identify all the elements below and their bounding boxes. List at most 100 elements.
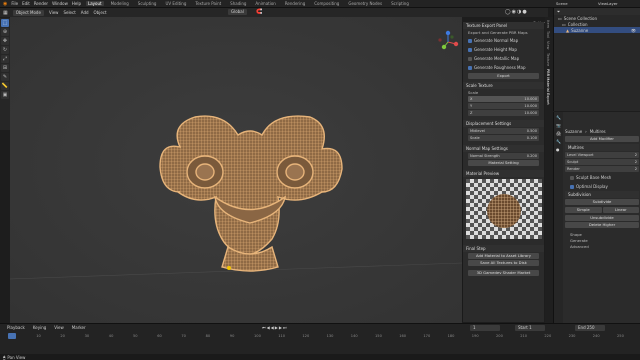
frame-label: 80 bbox=[205, 334, 211, 338]
tool-props-icon[interactable]: 🔧 bbox=[556, 115, 561, 120]
eye-icon[interactable]: 👁 bbox=[631, 28, 636, 33]
menu-view[interactable]: View bbox=[49, 10, 59, 15]
scale-y-field[interactable]: Y 10.000 bbox=[468, 103, 539, 109]
menu-select[interactable]: Select bbox=[63, 10, 75, 15]
tab-view[interactable]: View bbox=[546, 41, 550, 50]
select-box-tool-icon[interactable]: ⬚ bbox=[1, 19, 9, 27]
disp-scale-field[interactable]: Scale 0.100 bbox=[468, 135, 539, 141]
panel-title[interactable]: Texture Export Panel bbox=[463, 22, 544, 29]
frame-label: 30 bbox=[84, 334, 90, 338]
measure-tool-icon[interactable]: 📏 bbox=[1, 82, 9, 90]
checkbox-height-map[interactable]: Generate Height Map bbox=[463, 45, 544, 54]
subdivision-header[interactable]: Subdivision bbox=[565, 191, 639, 198]
playhead[interactable] bbox=[8, 333, 16, 339]
snap-icon[interactable]: 🧲 bbox=[256, 9, 262, 15]
tab-item[interactable]: Item bbox=[546, 20, 550, 28]
optimal-display-checkbox[interactable]: Optimal Display bbox=[565, 182, 639, 191]
material-setting-button[interactable]: Material Setting bbox=[468, 160, 539, 166]
tab-texture[interactable]: Texture bbox=[546, 53, 550, 66]
scale-texture-header[interactable]: Scale Texture bbox=[463, 82, 544, 89]
tab-scripting[interactable]: Scripting bbox=[389, 1, 411, 6]
linear-button[interactable]: Linear bbox=[602, 207, 639, 213]
level-viewport-field[interactable]: Level Viewport 2 bbox=[565, 152, 639, 158]
render-props-icon[interactable]: 📷 bbox=[556, 123, 561, 128]
frame-label: 20 bbox=[60, 334, 65, 338]
scene-selector[interactable]: Scene bbox=[556, 1, 568, 6]
add-modifier-button[interactable]: Add Modifier bbox=[565, 136, 639, 142]
output-props-icon[interactable]: 🖨 bbox=[556, 131, 561, 136]
add-cube-tool-icon[interactable]: ▣ bbox=[1, 91, 9, 99]
checkbox-icon[interactable] bbox=[468, 56, 472, 61]
save-textures-button[interactable]: Save All Textures to Disk bbox=[468, 260, 539, 266]
menu-render[interactable]: Render bbox=[34, 1, 48, 6]
normal-map-header[interactable]: Normal Map Settings bbox=[463, 145, 544, 152]
view-layer-selector[interactable]: ViewLayer bbox=[598, 1, 618, 6]
multires-header[interactable]: Multires bbox=[565, 144, 639, 151]
tab-sculpting[interactable]: Sculpting bbox=[136, 1, 159, 6]
checkbox-normal-map[interactable]: Generate Normal Map bbox=[463, 36, 544, 45]
annotate-tool-icon[interactable]: ✎ bbox=[1, 73, 9, 81]
add-to-asset-library-button[interactable]: Add Material to Asset Library bbox=[468, 253, 539, 259]
midlevel-field[interactable]: Midlevel 0.500 bbox=[468, 128, 539, 134]
tab-rendering[interactable]: Rendering bbox=[283, 1, 307, 6]
shader-market-button[interactable]: 3D Gamedev Shader Market bbox=[468, 270, 539, 276]
export-button[interactable]: Export bbox=[468, 73, 539, 79]
navigation-gizmo[interactable] bbox=[436, 30, 460, 54]
render-level-field[interactable]: Render 2 bbox=[565, 166, 639, 172]
checkbox-icon[interactable] bbox=[468, 65, 472, 70]
rotate-tool-icon[interactable]: ↻ bbox=[1, 46, 9, 54]
checkbox-icon[interactable] bbox=[468, 38, 472, 43]
sculpt-level-field[interactable]: Sculpt 2 bbox=[565, 159, 639, 165]
shading-modes-icon[interactable]: ◯◉◑● bbox=[505, 9, 528, 15]
filter-icon[interactable]: ⏷ bbox=[557, 9, 560, 14]
advanced-section[interactable]: Advanced bbox=[565, 244, 639, 250]
status-text: Pan View bbox=[7, 354, 26, 360]
tab-geometry-nodes[interactable]: Geometry Nodes bbox=[346, 1, 384, 6]
scale-z-field[interactable]: Z 10.000 bbox=[468, 110, 539, 116]
unsubdivide-button[interactable]: Unsubdivide bbox=[565, 215, 639, 221]
tab-modeling[interactable]: Modeling bbox=[109, 1, 131, 6]
normal-strength-field[interactable]: Normal Strength 0.200 bbox=[468, 153, 539, 159]
checkbox-metallic-map[interactable]: Generate Metallic Map bbox=[463, 54, 544, 63]
frame-ruler[interactable]: 1102030405060708090100110120130140150160… bbox=[0, 324, 640, 354]
menu-window[interactable]: Window bbox=[52, 1, 68, 6]
menu-file[interactable]: File bbox=[11, 1, 18, 6]
material-props-icon[interactable]: ● bbox=[556, 147, 561, 152]
blender-logo-icon[interactable]: ◉ bbox=[3, 1, 7, 7]
tab-animation[interactable]: Animation bbox=[253, 1, 277, 6]
3d-viewport[interactable] bbox=[9, 17, 463, 323]
menu-object[interactable]: Object bbox=[94, 10, 107, 15]
menu-add[interactable]: Add bbox=[81, 10, 89, 15]
cursor-tool-icon[interactable]: ⊕ bbox=[1, 28, 9, 36]
tab-tool[interactable]: Tool bbox=[546, 31, 550, 38]
tab-shading[interactable]: Shading bbox=[228, 1, 248, 6]
frame-label: 200 bbox=[496, 334, 503, 338]
scale-tool-icon[interactable]: ⤢ bbox=[1, 55, 9, 63]
tab-uv-editing[interactable]: UV Editing bbox=[163, 1, 188, 6]
mode-dropdown[interactable]: Object Mode bbox=[12, 9, 44, 16]
scale-x-field[interactable]: X 10.000 bbox=[468, 96, 539, 102]
suzanne-row[interactable]: ▲ Suzanne 👁 bbox=[554, 27, 640, 33]
modifier-props-icon[interactable]: 🔧 bbox=[556, 139, 561, 144]
frame-label: 230 bbox=[568, 334, 576, 338]
material-preview-header[interactable]: Material Preview bbox=[463, 170, 544, 177]
tab-layout[interactable]: Layout bbox=[85, 1, 104, 6]
frame-label: 190 bbox=[471, 334, 479, 338]
delete-higher-button[interactable]: Delete Higher bbox=[565, 222, 639, 228]
displacement-header[interactable]: Displacement Settings bbox=[463, 120, 544, 127]
menu-edit[interactable]: Edit bbox=[22, 1, 30, 6]
checkbox-icon[interactable] bbox=[468, 47, 472, 52]
subdivide-button[interactable]: Subdivide bbox=[565, 199, 639, 205]
simple-button[interactable]: Simple bbox=[565, 207, 602, 213]
final-step-header[interactable]: Final Step bbox=[463, 245, 544, 252]
menu-help[interactable]: Help bbox=[72, 1, 81, 6]
move-tool-icon[interactable]: ✥ bbox=[1, 37, 9, 45]
tab-texture-paint[interactable]: Texture Paint bbox=[193, 1, 223, 6]
tab-pbr-export[interactable]: PBR Material Export bbox=[546, 69, 550, 105]
tab-compositing[interactable]: Compositing bbox=[312, 1, 341, 6]
sculpt-base-mesh-checkbox[interactable]: Sculpt Base Mesh bbox=[565, 173, 639, 182]
transform-tool-icon[interactable]: ⊞ bbox=[1, 64, 9, 72]
editor-type-icon[interactable]: ▦ bbox=[3, 10, 8, 16]
transform-orientation-dropdown[interactable]: Global bbox=[228, 9, 247, 15]
checkbox-roughness-map[interactable]: Generate Roughness Map bbox=[463, 63, 544, 72]
